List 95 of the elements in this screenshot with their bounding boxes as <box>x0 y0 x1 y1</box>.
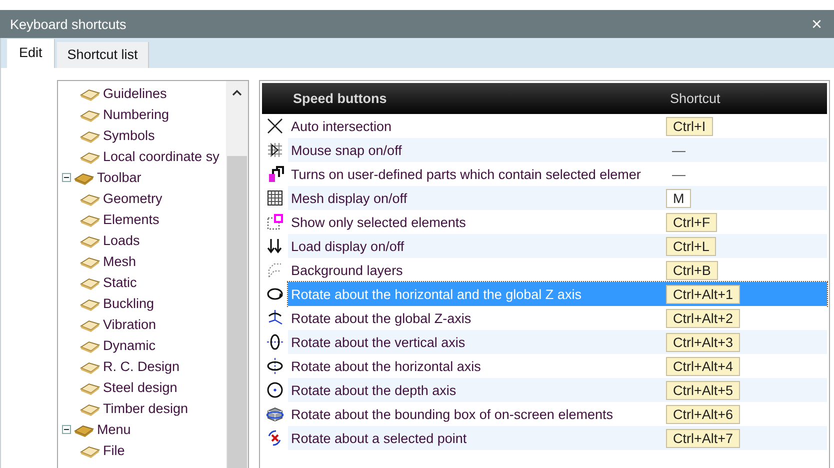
page-icon <box>80 402 100 416</box>
scrollbar[interactable] <box>226 81 248 468</box>
shortcut-key[interactable]: Ctrl+Alt+1 <box>666 284 740 304</box>
tree-item[interactable]: Geometry <box>103 191 162 206</box>
tree-item[interactable]: Local coordinate sy <box>103 149 220 164</box>
table-row[interactable]: Rotate about a selected point Ctrl+Alt+7 <box>288 426 827 450</box>
action-name: Rotate about the horizontal and the global Z axis <box>290 286 582 302</box>
tree-item[interactable]: Menu <box>97 422 131 437</box>
action-name: Load display on/off <box>290 238 406 254</box>
rotate-icon <box>266 285 284 303</box>
tree-item[interactable]: Mesh <box>103 254 136 269</box>
shortcut-key[interactable]: Ctrl+Alt+5 <box>666 380 740 400</box>
tree-item[interactable]: Symbols <box>103 128 155 143</box>
page-icon <box>80 360 100 374</box>
vertical-rotate-icon <box>266 333 284 351</box>
action-name: Show only selected elements <box>290 214 467 230</box>
action-name: Rotate about the horizontal axis <box>290 358 482 374</box>
tree-item[interactable]: Dynamic <box>103 338 156 353</box>
shortcut-key[interactable]: Ctrl+I <box>666 116 713 136</box>
shortcut-key[interactable]: Ctrl+Alt+4 <box>666 356 740 376</box>
axis-rotate-icon <box>266 309 284 327</box>
action-name: Rotate about the bounding box of on-screen elements <box>290 406 614 422</box>
column-header: Speed buttons <box>292 91 388 106</box>
folder-icon <box>74 422 94 436</box>
page-icon <box>80 254 100 268</box>
shortcut-key[interactable]: M <box>666 188 692 208</box>
tree-item[interactable]: File <box>103 443 125 458</box>
table-row[interactable]: Rotate about the vertical axis Ctrl+Alt+3 <box>288 330 827 354</box>
table-row[interactable]: Rotate about the depth axis Ctrl+Alt+5 <box>288 378 827 402</box>
page-icon <box>80 444 100 458</box>
table-row[interactable]: Mesh display on/off M <box>288 186 827 210</box>
down-arrows-icon <box>266 237 284 255</box>
page-icon <box>80 212 100 226</box>
tree-item[interactable]: Vibration <box>103 317 156 332</box>
grid-icon <box>266 189 284 207</box>
tree-item[interactable]: Steel design <box>103 380 178 395</box>
table-row[interactable]: Background layers Ctrl+B <box>288 258 827 282</box>
page-icon <box>80 296 100 310</box>
shortcut-key[interactable]: Ctrl+B <box>666 260 718 280</box>
shortcut-key[interactable]: Ctrl+Alt+2 <box>666 308 740 328</box>
tree-item[interactable]: Static <box>103 275 137 290</box>
tab[interactable]: Shortcut list <box>57 42 149 68</box>
table-row[interactable]: Load display on/off Ctrl+L <box>288 234 827 258</box>
shortcut-key[interactable]: Ctrl+L <box>666 236 716 256</box>
shortcut-key[interactable]: Ctrl+Alt+7 <box>666 428 740 448</box>
horizontal-rotate-icon <box>266 357 284 375</box>
tree-item[interactable]: Buckling <box>103 296 154 311</box>
action-name: Rotate about the global Z-axis <box>290 310 472 326</box>
collapse-icon[interactable] <box>62 425 71 434</box>
action-name: Rotate about the depth axis <box>290 382 458 398</box>
action-name: Rotate about the vertical axis <box>290 334 466 350</box>
no-shortcut: — <box>671 142 686 158</box>
tree-item[interactable]: Loads <box>103 233 140 248</box>
page-icon <box>80 318 100 332</box>
folder-icon <box>74 170 94 184</box>
tree-item[interactable]: Toolbar <box>97 170 142 185</box>
action-name: Rotate about a selected point <box>290 430 468 446</box>
tree-item[interactable]: Guidelines <box>103 86 167 101</box>
page-icon <box>80 380 100 394</box>
stacked-parts-icon <box>266 165 284 183</box>
page-icon <box>80 86 100 100</box>
page-icon <box>80 234 100 248</box>
tree-item[interactable]: R. C. Design <box>103 359 180 374</box>
action-name: Mouse snap on/off <box>290 142 403 158</box>
cube-icon <box>266 405 284 423</box>
action-name: Auto intersection <box>290 118 393 134</box>
collapse-icon[interactable] <box>62 173 71 182</box>
grid-pointer-icon <box>266 141 284 159</box>
scroll-up-icon[interactable] <box>232 89 242 96</box>
circle-rotate-icon <box>266 381 284 399</box>
page-icon <box>80 150 100 164</box>
selection-square-icon <box>266 213 284 231</box>
action-name: Mesh display on/off <box>290 190 408 206</box>
action-name: Background layers <box>290 262 404 278</box>
tree-item[interactable]: Elements <box>103 212 160 227</box>
page-icon <box>80 276 100 290</box>
page-icon <box>80 192 100 206</box>
tab[interactable]: Edit <box>7 39 56 68</box>
layer-icon <box>266 261 284 279</box>
window-title: Keyboard shortcuts <box>10 16 126 32</box>
table-row[interactable]: Mouse snap on/off — <box>288 138 827 162</box>
shortcut-key[interactable]: Ctrl+F <box>666 212 718 232</box>
no-shortcut: — <box>671 166 686 182</box>
tree-item[interactable]: Timber design <box>103 401 188 416</box>
shortcut-key[interactable]: Ctrl+Alt+3 <box>666 332 740 352</box>
table-row[interactable]: Rotate about the horizontal and the global Z axis Ctrl+Alt+1 <box>288 282 827 306</box>
page-icon <box>80 338 100 352</box>
close-button[interactable]: × <box>803 14 830 34</box>
column-header: Shortcut <box>670 91 720 106</box>
page-icon <box>80 108 100 122</box>
shortcut-key[interactable]: Ctrl+Alt+6 <box>666 404 740 424</box>
tree-item[interactable]: Numbering <box>103 107 170 122</box>
cross-icon <box>266 117 284 135</box>
action-name: Turns on user-defined parts which contain selected elemer <box>290 166 642 182</box>
page-icon <box>80 128 100 142</box>
